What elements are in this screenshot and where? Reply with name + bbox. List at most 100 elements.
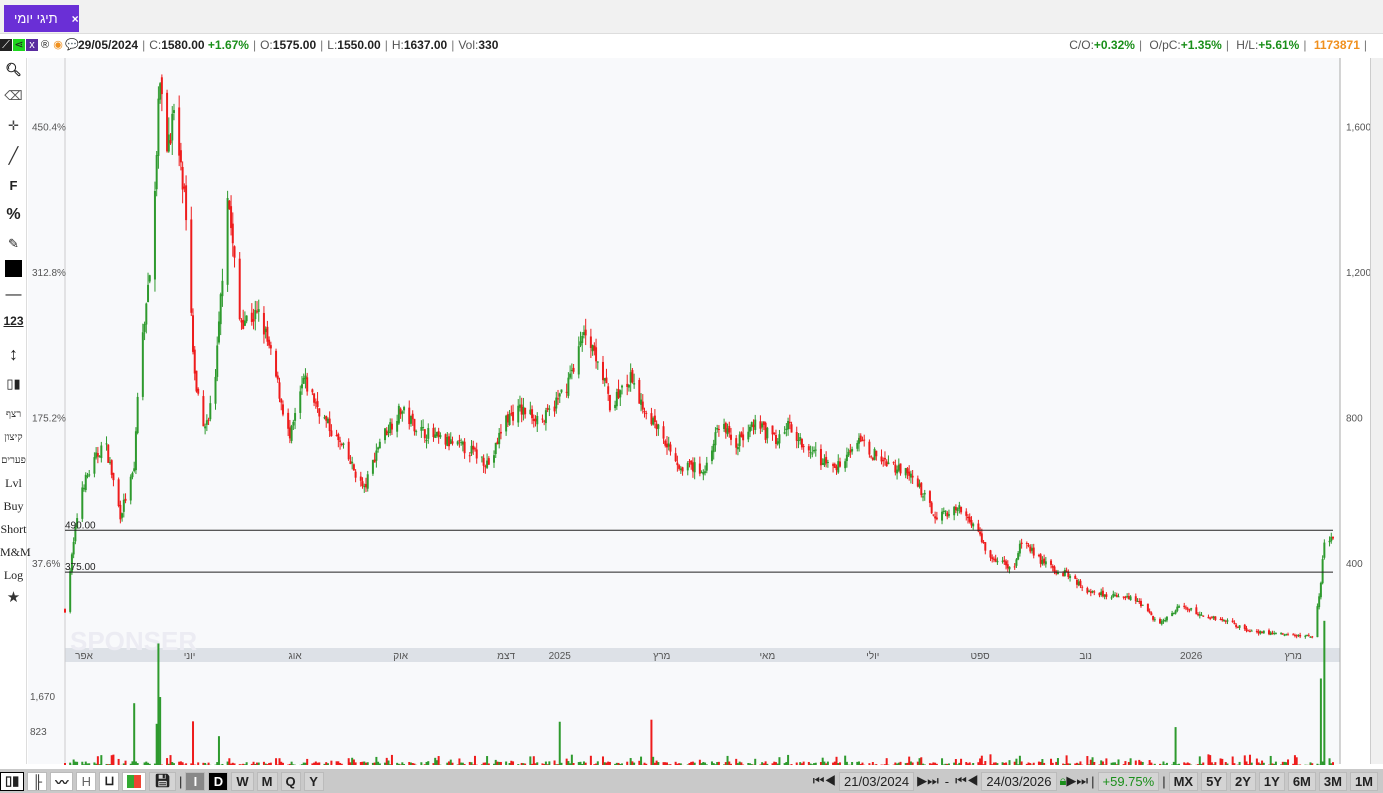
volume-bar bbox=[472, 764, 475, 765]
fibonacci-button[interactable]: F bbox=[0, 178, 27, 193]
candle-body bbox=[520, 404, 523, 415]
color-picker[interactable] bbox=[0, 260, 27, 280]
candle-body bbox=[922, 496, 925, 498]
end-next-icon[interactable]: ▶⏭ bbox=[1066, 773, 1088, 789]
candle-body bbox=[64, 609, 66, 613]
candle-body bbox=[1306, 634, 1309, 636]
weekly-button[interactable]: W bbox=[231, 771, 254, 791]
extreme-button[interactable]: קיצון bbox=[0, 432, 27, 443]
candle-body bbox=[615, 391, 618, 407]
lock-icon[interactable]: 🔒︎ bbox=[1060, 773, 1067, 789]
yearly-button[interactable]: Y bbox=[303, 771, 324, 791]
candle-body bbox=[390, 423, 393, 430]
volume-bar bbox=[614, 763, 617, 765]
color-bars-icon[interactable] bbox=[122, 771, 147, 791]
volume-bar bbox=[76, 761, 79, 765]
vertical-arrow-icon[interactable]: ↕ bbox=[0, 344, 27, 365]
range-1y[interactable]: 1Y bbox=[1258, 771, 1285, 791]
line-width-icon[interactable]: — bbox=[0, 286, 27, 304]
vertical-scrollbar[interactable] bbox=[1370, 58, 1383, 764]
volume-bar bbox=[337, 761, 340, 765]
mm-button[interactable]: M&M bbox=[0, 545, 31, 560]
volume-bar bbox=[396, 762, 399, 765]
levels-button[interactable]: Lvl bbox=[0, 476, 27, 491]
candle-body bbox=[302, 377, 305, 384]
volume-bar bbox=[1150, 762, 1153, 765]
candle-body bbox=[595, 347, 598, 362]
candle-body bbox=[548, 408, 551, 410]
volume-bar bbox=[69, 762, 72, 765]
candle-body bbox=[1202, 615, 1205, 617]
intraday-button[interactable]: I bbox=[185, 771, 206, 791]
save-icon[interactable]: 💾︎ bbox=[149, 771, 176, 791]
candle-body bbox=[1188, 609, 1191, 611]
candle-body bbox=[880, 456, 883, 462]
h-type-button[interactable]: H bbox=[76, 771, 97, 791]
pencil-icon[interactable]: ✎ bbox=[0, 236, 27, 252]
quarterly-button[interactable]: Q bbox=[280, 771, 301, 791]
candle-body bbox=[885, 461, 888, 467]
candle-body bbox=[487, 458, 490, 465]
range-2y[interactable]: 2Y bbox=[1230, 771, 1256, 791]
search-icon[interactable]: 🔍︎ bbox=[0, 62, 27, 78]
monthly-button[interactable]: M bbox=[256, 771, 278, 791]
candle-body bbox=[932, 514, 935, 516]
candle-body bbox=[143, 323, 146, 332]
start-date-field[interactable]: 21/03/2024 bbox=[839, 771, 915, 791]
daily-button[interactable]: D bbox=[208, 771, 229, 791]
range-1m[interactable]: 1M bbox=[1349, 771, 1378, 791]
star-icon[interactable]: ★ bbox=[0, 588, 27, 606]
volume-bar bbox=[899, 761, 902, 765]
candle-body bbox=[797, 440, 800, 442]
gaps-button[interactable]: פערים bbox=[0, 455, 27, 466]
candlestick-type-icon[interactable]: ▯▮ bbox=[0, 771, 25, 791]
candle-body bbox=[1184, 607, 1187, 609]
month-label: אפר bbox=[75, 651, 93, 662]
volume-bar bbox=[531, 763, 534, 765]
range-mx[interactable]: MX bbox=[1168, 771, 1199, 791]
volume-bar bbox=[1008, 760, 1011, 765]
sequence-button[interactable]: רצף bbox=[0, 409, 27, 420]
crosshair-icon[interactable]: ✛ bbox=[0, 118, 27, 134]
start-prev-icon[interactable]: ⏮◀ bbox=[813, 773, 836, 789]
volume-bar bbox=[1172, 761, 1175, 765]
short-button[interactable]: Short bbox=[0, 522, 27, 537]
percent-button[interactable]: % bbox=[0, 206, 27, 224]
end-prev-icon[interactable]: ⏮◀ bbox=[955, 773, 978, 789]
eraser-icon[interactable]: ⌫ bbox=[0, 88, 27, 104]
range-5y[interactable]: 5Y bbox=[1201, 771, 1227, 791]
numbers-button[interactable]: 123 bbox=[0, 314, 27, 328]
candle-body bbox=[169, 140, 172, 144]
volume-bar bbox=[470, 762, 473, 765]
volume-bar bbox=[980, 755, 983, 765]
trend-line-icon[interactable]: ╱ bbox=[0, 146, 27, 166]
volume-bar bbox=[653, 762, 656, 765]
end-date-field[interactable]: 24/03/2026 bbox=[981, 771, 1057, 791]
line-type-icon[interactable]: 〰 bbox=[50, 771, 74, 791]
volume-bar bbox=[117, 758, 120, 765]
candle-body bbox=[205, 420, 208, 425]
candle-body bbox=[650, 413, 653, 425]
volume-bar bbox=[1138, 759, 1141, 765]
candle-body bbox=[240, 320, 243, 323]
candle-body bbox=[148, 275, 151, 282]
bars-type-icon[interactable]: ⊔ bbox=[99, 771, 120, 791]
volume-bar bbox=[570, 754, 573, 765]
volume-bar bbox=[145, 761, 148, 765]
range-6m[interactable]: 6M bbox=[1287, 771, 1316, 791]
buy-button[interactable]: Buy bbox=[0, 499, 27, 514]
candle-body bbox=[1126, 595, 1129, 597]
candle-body bbox=[621, 385, 624, 388]
candle-body bbox=[1050, 560, 1053, 565]
ohlc-type-icon[interactable]: ╟ bbox=[27, 771, 48, 791]
log-button[interactable]: Log bbox=[0, 568, 27, 583]
candle-body bbox=[567, 377, 570, 396]
range-3m[interactable]: 3M bbox=[1318, 771, 1347, 791]
price-chart[interactable]: SPONSER 40037.6%800175.2%1,200312.8%1,60… bbox=[0, 0, 1383, 793]
candle-body bbox=[992, 558, 995, 560]
candle-body bbox=[375, 450, 378, 461]
volume-bar bbox=[621, 763, 624, 765]
start-next-icon[interactable]: ▶⏭ bbox=[917, 773, 939, 789]
candles-icon[interactable]: ▯▮ bbox=[0, 376, 27, 392]
volume-bar bbox=[605, 762, 608, 765]
